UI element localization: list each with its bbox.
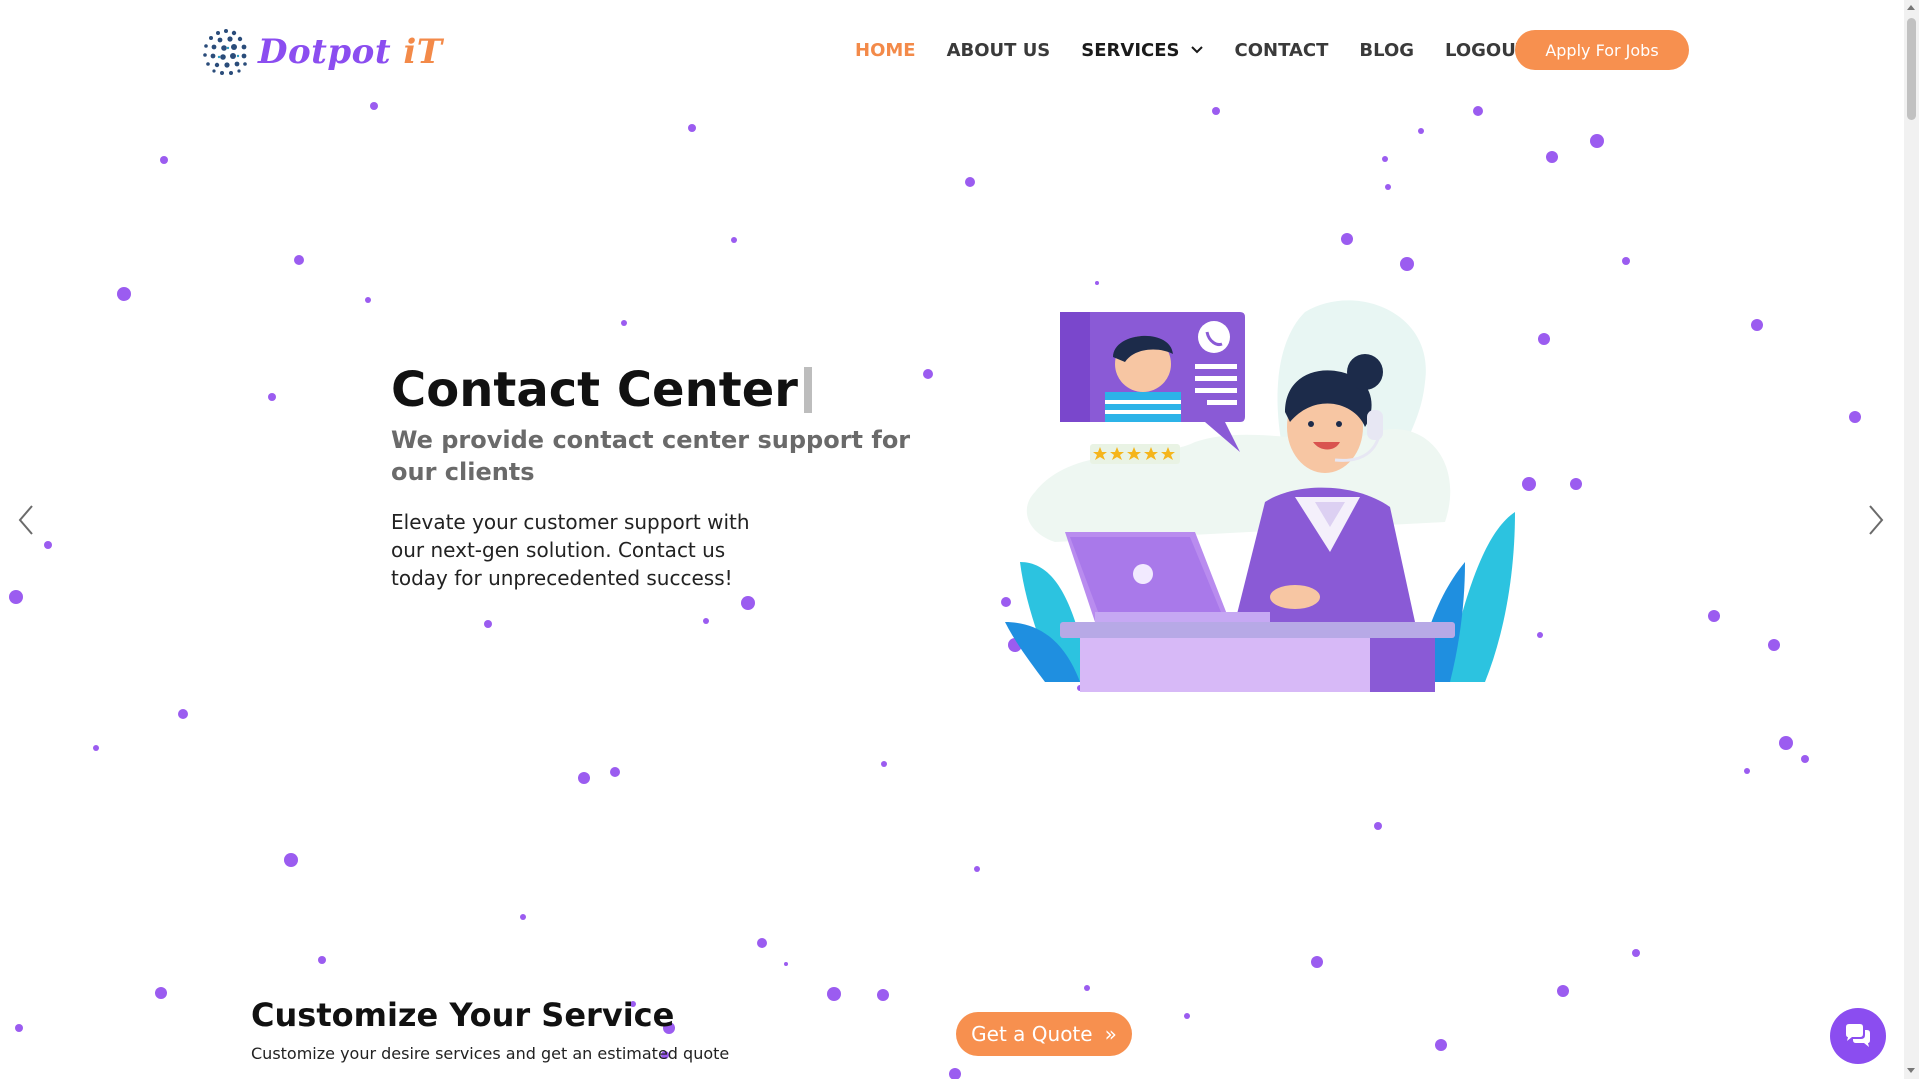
particle-dot [1849, 411, 1861, 423]
particle-dot [703, 618, 709, 624]
particle-dot [1311, 956, 1323, 968]
particle-dot [881, 761, 887, 767]
particle-dot [578, 772, 590, 784]
logo[interactable]: Dotpot iT [200, 24, 443, 80]
particle-dot [1557, 985, 1569, 997]
particle-dot [1768, 639, 1780, 651]
particle-dot [1084, 985, 1090, 991]
particle-dot [1184, 1013, 1190, 1019]
scroll-down-arrow-icon[interactable] [1907, 1068, 1915, 1073]
particle-dot [93, 745, 99, 751]
particle-dot [965, 177, 975, 187]
nav-blog[interactable]: BLOG [1359, 40, 1414, 61]
particle-dot [949, 1068, 961, 1079]
particle-dot [1538, 333, 1550, 345]
typing-caret [803, 367, 812, 413]
cta-title: Customize Your Service [251, 996, 675, 1034]
particle-dot [784, 962, 788, 966]
particle-background [0, 0, 1919, 1079]
chat-button[interactable] [1830, 1008, 1886, 1064]
particle-dot [1632, 949, 1640, 957]
scroll-up-arrow-icon[interactable] [1907, 5, 1915, 10]
particle-dot [1385, 184, 1391, 190]
get-a-quote-button[interactable]: Get a Quote » [956, 1012, 1132, 1056]
nav-services[interactable]: SERVICES [1081, 40, 1203, 61]
cta-description: Customize your desire services and get a… [251, 1044, 730, 1063]
particle-dot [1744, 768, 1750, 774]
particle-dot [15, 1024, 23, 1032]
particle-dot [1570, 478, 1582, 490]
hero-title: Contact Center [391, 362, 812, 418]
particle-dot [923, 369, 933, 379]
chevron-left-icon[interactable] [14, 502, 38, 538]
chevron-down-icon [1190, 46, 1203, 54]
hero-subtitle: We provide contact center support for ou… [391, 426, 911, 486]
particle-dot [1435, 1039, 1447, 1051]
particle-dot [688, 124, 696, 132]
particle-dot [1473, 106, 1483, 116]
double-chevron-right-icon: » [1104, 1022, 1117, 1046]
particle-dot [1374, 822, 1382, 830]
particle-dot [370, 102, 378, 110]
chat-bubbles-icon [1846, 1024, 1870, 1047]
particle-dot [757, 938, 767, 948]
particle-dot [1622, 257, 1630, 265]
chevron-right-icon[interactable] [1864, 502, 1888, 538]
particle-dot [160, 156, 168, 164]
particle-dot [1418, 128, 1424, 134]
particle-dot [1708, 610, 1720, 622]
particle-dot [484, 620, 492, 628]
main-nav: HOME ABOUT US SERVICES CONTACT BLOG LOGO… [855, 30, 1559, 70]
logo-text: Dotpot iT [258, 32, 443, 72]
scroll-thumb[interactable] [1907, 18, 1916, 120]
particle-dot [44, 541, 52, 549]
particle-dot [741, 596, 755, 610]
dotted-globe-icon [203, 29, 247, 75]
particle-dot [1212, 107, 1220, 115]
nav-home[interactable]: HOME [855, 40, 916, 61]
nav-contact[interactable]: CONTACT [1235, 40, 1329, 61]
particle-dot [621, 320, 627, 326]
particle-dot [318, 956, 326, 964]
particle-dot [1546, 151, 1558, 163]
particle-dot [1382, 156, 1388, 162]
particle-dot [731, 237, 737, 243]
hero-description: Elevate your customer support with our n… [391, 510, 750, 590]
particle-dot [155, 987, 167, 999]
particle-dot [520, 914, 526, 920]
particle-dot [610, 767, 620, 777]
page: Dotpot iT HOME ABOUT US SERVICES CONTACT… [0, 0, 1919, 1079]
page-scrollbar[interactable] [1904, 0, 1919, 1079]
call-center-agent-illustration [1005, 300, 1515, 692]
particle-dot [1341, 233, 1353, 245]
particle-dot [877, 989, 889, 1001]
particle-dot [1779, 736, 1793, 750]
particle-dot [1801, 755, 1809, 763]
particle-dot [9, 590, 23, 604]
particle-dot [117, 287, 131, 301]
particle-dot [294, 255, 304, 265]
particle-dot [827, 987, 841, 1001]
particle-dot [284, 853, 298, 867]
particle-dot [1590, 134, 1604, 148]
particle-dot [268, 393, 276, 401]
apply-for-jobs-button[interactable]: Apply For Jobs [1515, 30, 1689, 70]
particle-dot [365, 297, 371, 303]
particle-dot [1751, 319, 1763, 331]
particle-dot [178, 709, 188, 719]
particle-dot [1095, 281, 1099, 285]
particle-dot [1537, 632, 1543, 638]
nav-about-us[interactable]: ABOUT US [947, 40, 1051, 61]
particle-dot [974, 866, 980, 872]
particle-dot [1400, 257, 1414, 271]
